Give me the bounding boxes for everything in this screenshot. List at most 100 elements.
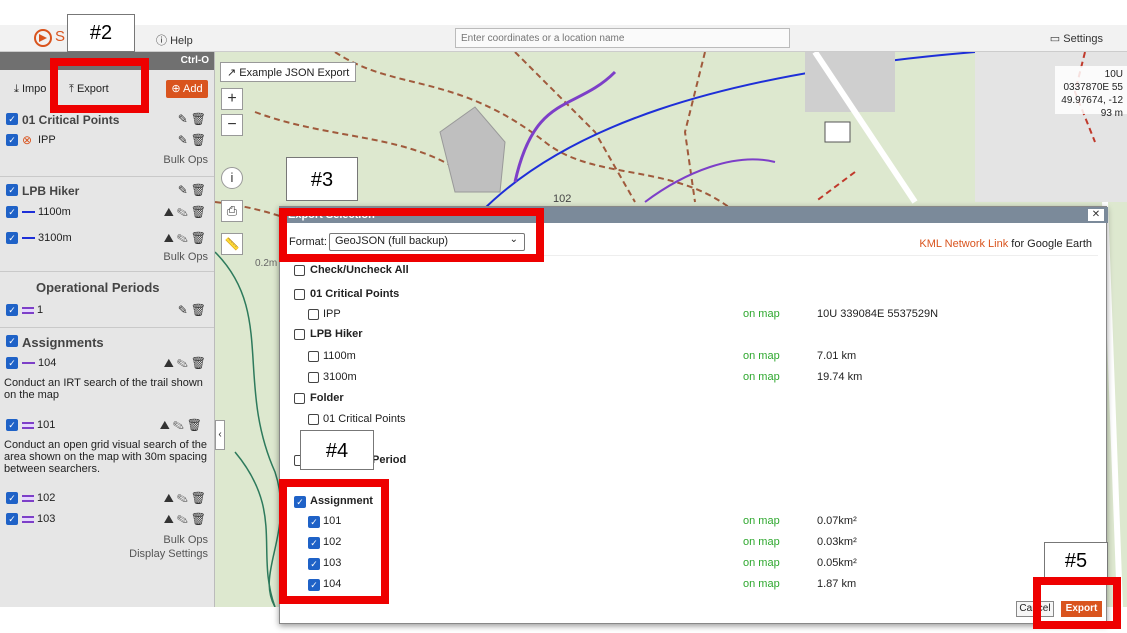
export-button[interactable]: Export [1061, 601, 1102, 617]
sidebar-folder-lpb-hiker[interactable]: ✓ LPB Hiker ✎🗑 [0, 181, 214, 201]
bulk-ops-link[interactable]: Bulk Ops [163, 251, 208, 263]
export-button[interactable]: ⤒ Export [69, 83, 109, 96]
sidebar-item-3100m[interactable]: ✓ 3100m ⛰✎🗑 [0, 229, 214, 249]
edit-icon[interactable]: ✎ [177, 231, 191, 245]
add-button[interactable]: ⊕ Add [166, 80, 208, 98]
sidebar-item-ipp[interactable]: ✓ ⊗ IPP ✎🗑 [0, 131, 214, 151]
chevron-left-icon: ‹ [218, 429, 222, 440]
edit-icon[interactable]: ✎ [177, 356, 191, 370]
list-item-3100m[interactable]: 3100m on map 19.74 km [286, 369, 1098, 387]
import-button[interactable]: ⤓ Impo [14, 83, 46, 96]
zoom-in-button[interactable]: + [221, 88, 243, 110]
edit-icon[interactable]: ✎ [177, 205, 191, 219]
list-group-critical-points[interactable]: 01 Critical Points [286, 286, 1098, 304]
edit-icon[interactable]: ✎ [173, 418, 187, 432]
checkbox-checked[interactable]: ✓ [294, 496, 306, 508]
checkbox-checked[interactable]: ✓ [6, 304, 18, 316]
trash-icon[interactable]: 🗑 [191, 183, 209, 197]
list-item-102[interactable]: ✓ 102 on map 0.03km² [286, 534, 1098, 552]
edit-icon[interactable]: ✎ [178, 303, 191, 317]
checkbox-unchecked[interactable] [308, 414, 319, 425]
json-export-button[interactable]: ↗ Example JSON Export [220, 62, 357, 82]
checkbox-checked[interactable]: ✓ [6, 357, 18, 369]
trash-icon[interactable]: 🗑 [191, 205, 209, 219]
sidebar-item-102[interactable]: ✓ 102 ⛰✎🗑 [0, 489, 214, 509]
checkbox-checked[interactable]: ✓ [6, 113, 18, 125]
checkbox-unchecked[interactable] [294, 393, 305, 404]
edit-icon[interactable]: ✎ [178, 183, 191, 197]
sidebar-collapse-toggle[interactable]: ‹ [215, 420, 225, 450]
sidebar-item-1100m[interactable]: ✓ 1100m ⛰✎🗑 [0, 203, 214, 223]
checkbox-unchecked[interactable] [308, 351, 319, 362]
trash-icon[interactable]: 🗑 [191, 112, 209, 126]
checkbox-checked[interactable]: ✓ [6, 513, 18, 525]
trash-icon[interactable]: 🗑 [191, 512, 209, 526]
checkbox-checked[interactable]: ✓ [6, 134, 18, 146]
list-group-folder[interactable]: Folder [286, 390, 1098, 408]
checkbox-unchecked[interactable] [308, 309, 319, 320]
location-search-input[interactable] [455, 28, 790, 48]
chart-icon[interactable]: ⛰ [160, 418, 173, 432]
sidebar-folder-assignments[interactable]: ✓ Assignments [0, 332, 214, 352]
trash-icon[interactable]: 🗑 [191, 356, 209, 370]
settings-button[interactable]: ▭ Settings [1050, 32, 1103, 45]
trash-icon[interactable]: 🗑 [191, 491, 209, 505]
chart-icon[interactable]: ⛰ [164, 491, 177, 505]
list-item-1100m[interactable]: 1100m on map 7.01 km [286, 348, 1098, 366]
list-group-assignment[interactable]: ✓ Assignment [286, 493, 1098, 511]
sidebar-item-104[interactable]: ✓ 104 ⛰✎🗑 [0, 354, 214, 374]
kml-network-link[interactable]: KML Network Link [919, 238, 1008, 250]
measure-button[interactable]: 📏 [221, 233, 243, 255]
sidebar-item-op-period-1[interactable]: ✓ 1 ✎🗑 [0, 301, 214, 321]
info-button[interactable]: i [221, 167, 243, 189]
checkbox-checked[interactable]: ✓ [308, 516, 320, 528]
trash-icon[interactable]: 🗑 [191, 303, 209, 317]
cancel-button[interactable]: Cancel [1016, 601, 1054, 617]
sidebar-item-103[interactable]: ✓ 103 ⛰✎🗑 [0, 510, 214, 530]
list-item-folder-critical-points[interactable]: 01 Critical Points [286, 411, 1098, 429]
export-selection-list[interactable]: Check/Uncheck All 01 Critical Points IPP… [286, 255, 1098, 599]
list-group-lpb-hiker[interactable]: LPB Hiker [286, 326, 1098, 344]
list-item-103[interactable]: ✓ 103 on map 0.05km² [286, 555, 1098, 573]
format-select[interactable]: GeoJSON (full backup) ⌄ [329, 233, 525, 251]
edit-icon[interactable]: ✎ [178, 133, 191, 147]
checkbox-unchecked[interactable] [294, 265, 305, 276]
checkbox-checked[interactable]: ✓ [6, 232, 18, 244]
checkbox-checked[interactable]: ✓ [308, 537, 320, 549]
checkbox-checked[interactable]: ✓ [308, 558, 320, 570]
chart-icon[interactable]: ⛰ [164, 205, 177, 219]
edit-icon[interactable]: ✎ [178, 112, 191, 126]
checkbox-unchecked[interactable] [294, 289, 305, 300]
edit-icon[interactable]: ✎ [177, 512, 191, 526]
display-settings-link[interactable]: Display Settings [129, 548, 208, 560]
chart-icon[interactable]: ⛰ [164, 512, 177, 526]
checkbox-checked[interactable]: ✓ [6, 206, 18, 218]
list-item-104[interactable]: ✓ 104 on map 1.87 km [286, 576, 1098, 594]
list-item-ipp[interactable]: IPP on map 10U 339084E 5537529N [286, 306, 1098, 324]
help-link[interactable]: ⓘ Help [156, 32, 193, 48]
sidebar-item-101[interactable]: ✓ 101 ⛰✎🗑 [0, 416, 214, 436]
checkbox-unchecked[interactable] [308, 372, 319, 383]
checkbox-checked[interactable]: ✓ [308, 579, 320, 591]
sidebar-folder-critical-points[interactable]: ✓ 01 Critical Points ✎🗑 [0, 110, 214, 130]
bulk-ops-link[interactable]: Bulk Ops [163, 534, 208, 546]
chart-icon[interactable]: ⛰ [164, 231, 177, 245]
checkbox-checked[interactable]: ✓ [6, 492, 18, 504]
bulk-ops-link[interactable]: Bulk Ops [163, 154, 208, 166]
checkbox-checked[interactable]: ✓ [6, 335, 18, 347]
checkbox-checked[interactable]: ✓ [6, 419, 18, 431]
app-logo-icon[interactable] [34, 29, 52, 47]
list-group-operational-period[interactable]: Period [286, 452, 1098, 470]
trash-icon[interactable]: 🗑 [191, 231, 209, 245]
chart-icon[interactable]: ⛰ [164, 356, 177, 370]
check-all-row[interactable]: Check/Uncheck All [286, 262, 1098, 280]
print-button[interactable]: ⎙ [221, 200, 243, 222]
checkbox-checked[interactable]: ✓ [6, 184, 18, 196]
checkbox-unchecked[interactable] [294, 329, 305, 340]
trash-icon[interactable]: 🗑 [187, 418, 205, 432]
close-button[interactable]: ✕ [1088, 209, 1104, 221]
list-item-101[interactable]: ✓ 101 on map 0.07km² [286, 513, 1098, 531]
trash-icon[interactable]: 🗑 [191, 133, 209, 147]
zoom-out-button[interactable]: − [221, 114, 243, 136]
edit-icon[interactable]: ✎ [177, 491, 191, 505]
